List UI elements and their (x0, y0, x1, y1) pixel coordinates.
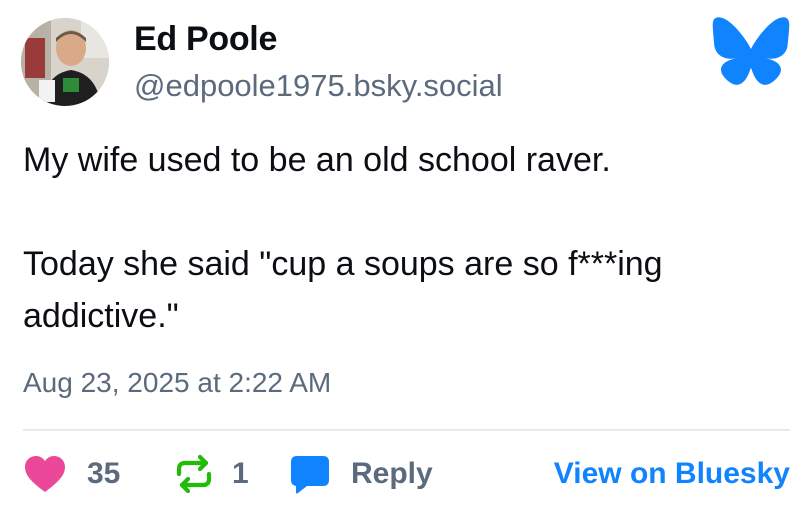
divider (23, 429, 790, 431)
embedded-post-card: Ed Poole @edpoole1975.bsky.social My wif… (0, 0, 810, 506)
author-handle[interactable]: @edpoole1975.bsky.social (134, 68, 503, 104)
reply-bubble-icon (291, 456, 329, 494)
repost-count: 1 (232, 457, 249, 490)
post-actions: 35 1 Reply View on Bluesky (23, 450, 790, 498)
view-on-bluesky-link[interactable]: View on Bluesky (554, 450, 790, 498)
reply-button[interactable]: Reply (289, 450, 433, 498)
post-text: My wife used to be an old school raver. … (23, 141, 663, 335)
like-button[interactable]: 35 (23, 450, 120, 498)
repost-button[interactable]: 1 (173, 450, 249, 498)
user-photo-avatar-icon (21, 18, 109, 106)
bluesky-logo-icon[interactable] (711, 16, 791, 86)
repost-icon (176, 454, 212, 494)
reply-label: Reply (351, 457, 433, 490)
post-timestamp[interactable]: Aug 23, 2025 at 2:22 AM (23, 366, 331, 400)
author-display-name[interactable]: Ed Poole (134, 19, 277, 59)
like-count: 35 (87, 457, 121, 490)
avatar[interactable] (21, 18, 109, 106)
heart-icon (25, 456, 65, 492)
